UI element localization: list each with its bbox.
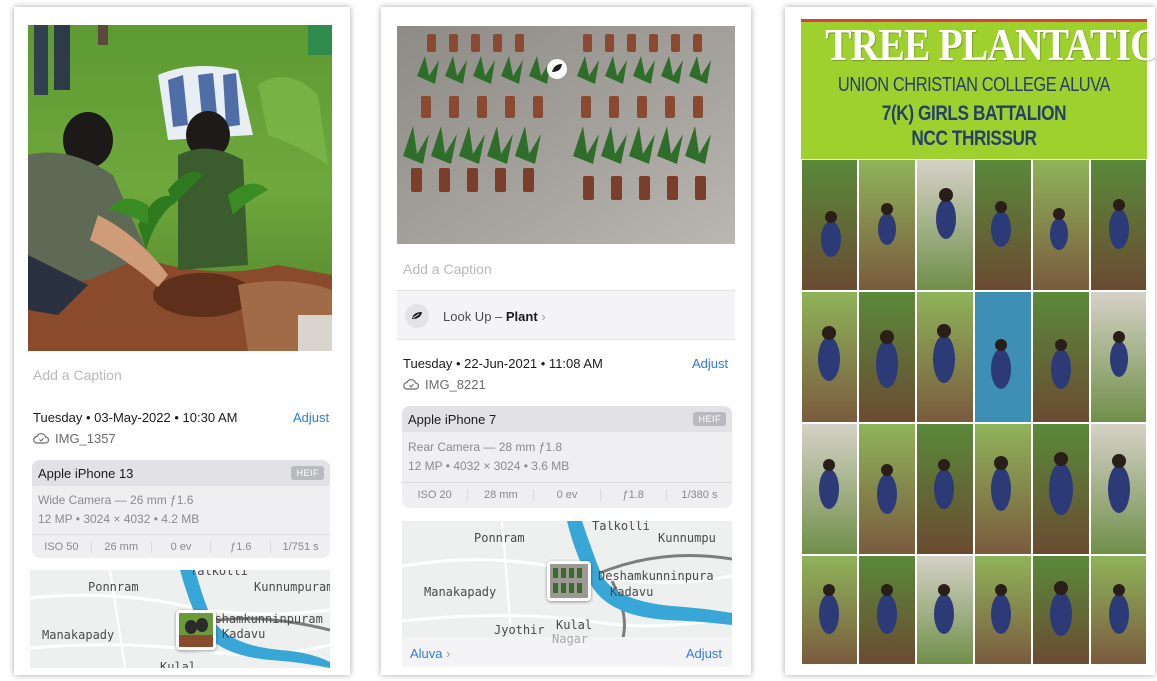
exif-shutter: 1/380 s	[681, 488, 718, 501]
poster-college: UNION CHRISTIAN COLLEGE ALUVA	[837, 74, 1111, 96]
location-name: Aluva	[410, 646, 443, 661]
file-info: IMG_1357	[33, 431, 116, 446]
exif-row: ISO 50 26 mm 0 ev ƒ1.6 1/751 s	[32, 534, 330, 558]
format-badge: HEIF	[291, 466, 324, 480]
tree-plantation-poster[interactable]: TREE PLANTATION UNION CHRISTIAN COLLEGE …	[785, 7, 1155, 675]
location-link[interactable]: Aluva ›	[410, 646, 451, 661]
exif-iso: ISO 50	[32, 540, 92, 553]
poster-collage-image	[800, 158, 1148, 666]
map-label-kulal: Kulal	[556, 618, 593, 632]
photo-date: Tuesday • 22-Jun-2021 • 11:08 AM	[403, 356, 603, 371]
exif-row: ISO 20 28 mm 0 ev ƒ1.8 1/380 s	[402, 482, 732, 506]
map-label-manakapady: Manakapady	[424, 585, 497, 599]
exif-focal-length: 28 mm	[468, 488, 535, 501]
poster-title: TREE PLANTATION	[825, 19, 1155, 70]
map-photo-pin[interactable]	[547, 561, 591, 601]
file-info: IMG_8221	[403, 377, 486, 392]
look-up-plant-row[interactable]: Look Up – Plant ›	[397, 290, 735, 340]
map-label-talkolli: Talkolli	[592, 521, 650, 533]
photo-info-panel-2: Add a Caption Look Up – Plant › Tuesday …	[381, 7, 751, 675]
poster-photo-grid	[800, 158, 1148, 666]
exif-iso: ISO 20	[402, 488, 469, 501]
map-label-talkolli: Talkolli	[190, 570, 248, 578]
map-label-kunnumpuram: Kunnumpuram	[254, 580, 330, 594]
map-photo-thumbnail	[179, 613, 213, 647]
camera-model: Apple iPhone 7	[408, 412, 497, 427]
adjust-date-button[interactable]: Adjust	[293, 410, 329, 425]
look-up-label: Look Up – Plant ›	[443, 309, 546, 324]
poster-battalion: 7(K) GIRLS BATTALION	[881, 102, 1067, 125]
format-badge: HEIF	[693, 412, 726, 426]
map-label-jyothir: Jyothir	[494, 623, 545, 637]
lens-info: Rear Camera — 28 mm ƒ1.8	[408, 440, 563, 454]
planting-photo-image	[28, 25, 332, 351]
chevron-right-icon: ›	[446, 646, 451, 661]
leaf-icon	[405, 304, 429, 328]
map-photo-thumbnail	[550, 564, 588, 598]
map-label-kadavu: Kadavu	[610, 585, 654, 599]
map-label-ponnram: Ponnram	[474, 531, 525, 545]
image-specs: 12 MP • 4032 × 3024 • 3.6 MB	[408, 459, 570, 473]
saplings-photo-image	[397, 26, 735, 244]
map-label-manakapady: Manakapady	[42, 628, 115, 642]
camera-model: Apple iPhone 13	[38, 466, 134, 481]
file-name: IMG_8221	[425, 377, 486, 392]
chevron-right-icon: ›	[541, 309, 546, 324]
caption-field[interactable]: Add a Caption	[403, 261, 492, 277]
map-photo-pin[interactable]	[176, 610, 216, 650]
exif-exposure-value: 0 ev	[534, 488, 601, 501]
map-label-deshamkunninpuram: Deshamkunninpura	[598, 569, 714, 583]
caption-field[interactable]: Add a Caption	[33, 367, 122, 383]
adjust-date-button[interactable]: Adjust	[692, 356, 728, 371]
file-name: IMG_1357	[55, 431, 116, 446]
lens-info: Wide Camera — 26 mm ƒ1.6	[38, 493, 194, 507]
exif-shutter: 1/751 s	[282, 540, 319, 553]
poster-header: TREE PLANTATION UNION CHRISTIAN COLLEGE …	[801, 19, 1155, 159]
location-map[interactable]: Talkolli Ponnram Kunnumpu Deshamkunninpu…	[402, 521, 732, 667]
image-specs: 12 MP • 3024 × 4032 • 4.2 MB	[38, 512, 200, 526]
map-label-kunnumpuram: Kunnumpu	[658, 531, 716, 545]
planting-photo[interactable]	[28, 25, 332, 351]
photo-info-panel-1: Add a Caption Tuesday • 03-May-2022 • 10…	[14, 7, 350, 675]
exif-focal-length: 26 mm	[92, 540, 152, 553]
exif-aperture: ƒ1.6	[211, 540, 272, 553]
location-map[interactable]: Talkolli Ponnram Kunnumpuram Deshamkunni…	[30, 570, 330, 668]
map-label-deshamkunninpuram: Deshamkunninpuram	[200, 612, 323, 626]
saplings-photo[interactable]	[397, 26, 735, 244]
camera-info-card: Apple iPhone 13 HEIF Wide Camera — 26 mm…	[32, 460, 330, 558]
map-label-nagar: Nagar	[552, 632, 589, 646]
look-up-prefix: Look Up –	[443, 309, 503, 324]
exif-exposure-value: 0 ev	[152, 540, 212, 553]
exif-aperture: ƒ1.8	[601, 488, 667, 501]
poster-ncc: NCC THRISSUR	[911, 127, 1037, 150]
map-label-ponnram: Ponnram	[88, 580, 139, 594]
cloud-icon	[403, 379, 419, 390]
photo-date: Tuesday • 03-May-2022 • 10:30 AM	[33, 410, 238, 425]
map-label-kadavu: Kadavu	[222, 627, 266, 641]
camera-info-card: Apple iPhone 7 HEIF Rear Camera — 28 mm …	[402, 406, 732, 508]
cloud-icon	[33, 433, 49, 444]
map-label-kulal: Kulal	[160, 660, 197, 668]
look-up-subject: Plant	[505, 309, 538, 324]
adjust-location-button[interactable]: Adjust	[686, 646, 722, 661]
